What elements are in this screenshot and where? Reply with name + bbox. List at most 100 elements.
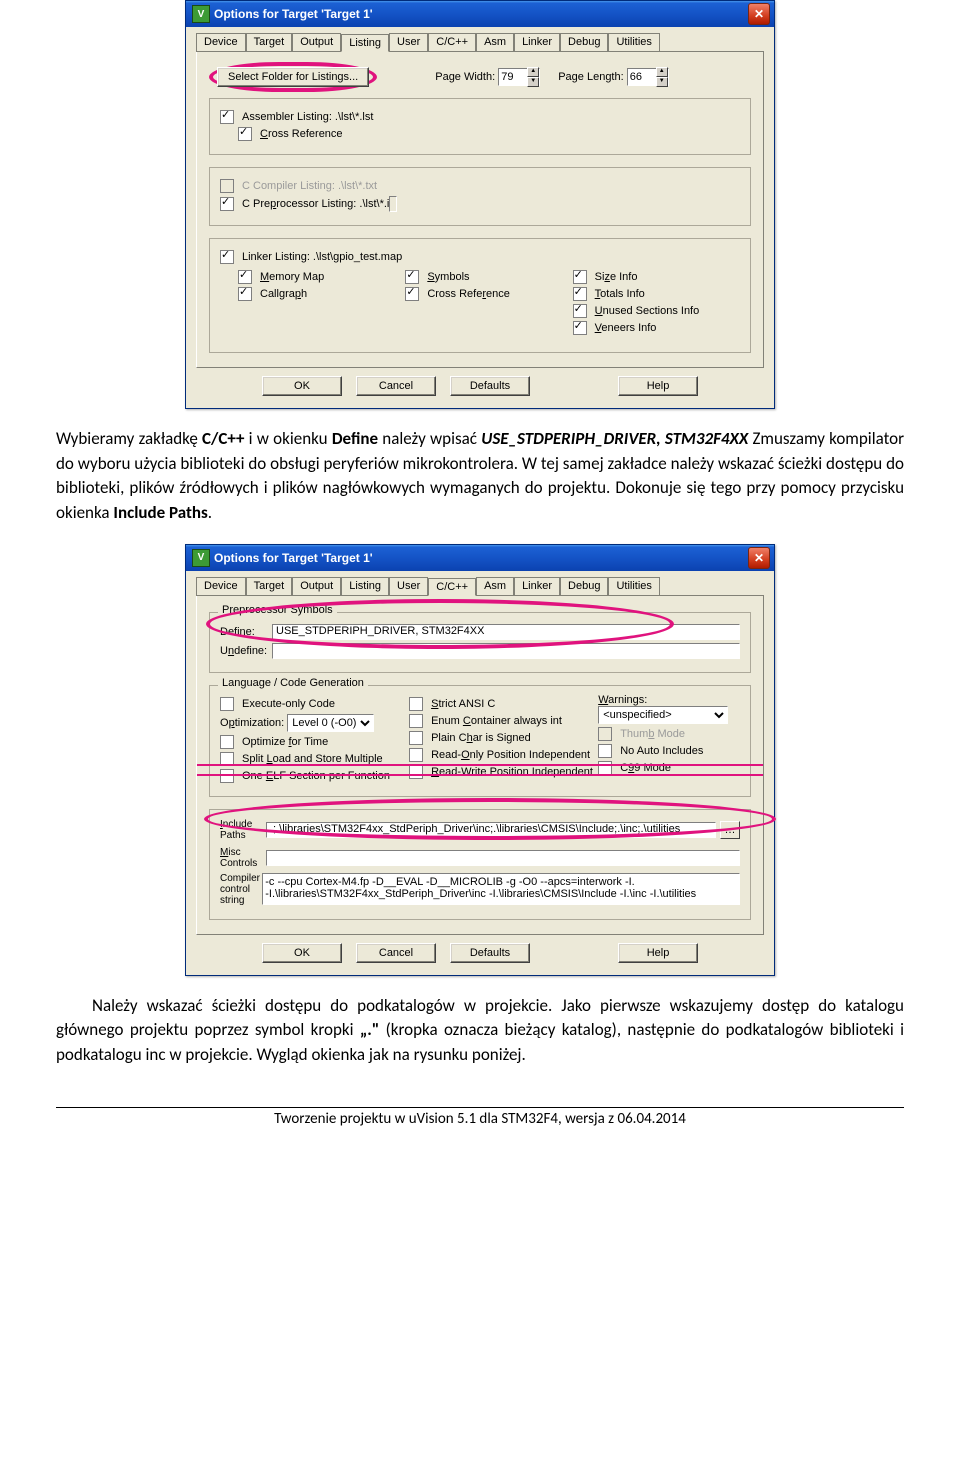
group-lang-title: Language / Code Generation — [218, 677, 368, 689]
checkbox-veneers-info[interactable] — [573, 321, 587, 335]
defaults-button[interactable]: Defaults — [450, 376, 530, 396]
page-width-spinner[interactable]: ▲▼ — [498, 68, 540, 86]
checkbox-memory-map[interactable] — [238, 270, 252, 284]
tab-utilities[interactable]: Utilities — [608, 33, 659, 51]
define-input[interactable]: USE_STDPERIPH_DRIVER, STM32F4XX — [272, 624, 740, 640]
cb-opt-time[interactable] — [220, 735, 234, 749]
misc-controls-label: MiscControls — [220, 847, 266, 869]
tab-device[interactable]: Device — [196, 33, 246, 51]
listing-panel: Select Folder for Listings... Page Width… — [196, 52, 764, 368]
highlight-select-folder: Select Folder for Listings... — [209, 62, 377, 92]
checkbox-cross-ref2[interactable] — [405, 287, 419, 301]
cb-plain-char[interactable] — [409, 731, 423, 745]
page-length-label: Page Length: — [558, 71, 623, 83]
tab2-debug[interactable]: Debug — [560, 577, 608, 595]
tab-ccpp[interactable]: C/C++ — [428, 33, 476, 51]
cb-c99[interactable] — [598, 761, 612, 775]
compiler-string-output — [262, 873, 740, 905]
checkbox-callgraph[interactable] — [238, 287, 252, 301]
page-width-input[interactable] — [499, 70, 527, 84]
tab-listing[interactable]: Listing — [341, 34, 389, 52]
titlebar-2[interactable]: V Options for Target 'Target 1' ✕ — [186, 545, 774, 571]
footer-text: Tworzenie projektu w uVision 5.1 dla STM… — [274, 1110, 686, 1128]
cb-ro-pos[interactable] — [409, 748, 423, 762]
checkbox-unused-sections[interactable] — [573, 304, 587, 318]
checkbox-cross-ref1[interactable] — [238, 127, 252, 141]
page-width-label: Page Width: — [435, 71, 495, 83]
tab-target[interactable]: Target — [246, 33, 293, 51]
include-paths-browse-button[interactable]: … — [720, 821, 740, 839]
window-title: Options for Target 'Target 1' — [214, 7, 373, 21]
tab-output[interactable]: Output — [292, 33, 341, 51]
tab2-asm[interactable]: Asm — [476, 577, 514, 595]
page-length-input[interactable] — [628, 70, 656, 84]
checkbox-linker-listing[interactable] — [220, 250, 234, 264]
tab-linker[interactable]: Linker — [514, 33, 560, 51]
cb-no-auto[interactable] — [598, 744, 612, 758]
tab2-device[interactable]: Device — [196, 577, 246, 595]
select-folder-button[interactable]: Select Folder for Listings... — [217, 67, 369, 87]
exec-only-label: Execute-only Code — [242, 698, 335, 710]
close-icon-2[interactable]: ✕ — [748, 547, 770, 569]
rw-pos-label: Read-Write Position Independent — [431, 766, 593, 778]
window-title-2: Options for Target 'Target 1' — [214, 551, 373, 565]
cb-split-load[interactable] — [220, 752, 234, 766]
group-preproc: Preprocessor Symbols Define: USE_STDPERI… — [209, 612, 751, 673]
checkbox-totals-info[interactable] — [573, 287, 587, 301]
help-button[interactable]: Help — [618, 376, 698, 396]
undefine-label: Undefine: — [220, 645, 272, 657]
checkbox-size-info[interactable] — [573, 270, 587, 284]
undefine-input[interactable] — [272, 643, 740, 659]
cancel-button[interactable]: Cancel — [356, 376, 436, 396]
tab-user[interactable]: User — [389, 33, 428, 51]
ok-button-2[interactable]: OK — [262, 943, 342, 963]
checkbox-symbols[interactable] — [405, 270, 419, 284]
dialog-ccpp: V Options for Target 'Target 1' ✕ Device… — [185, 544, 775, 976]
cb-exec-only[interactable] — [220, 697, 234, 711]
cb-thumb — [598, 727, 612, 741]
cb-enum[interactable] — [409, 714, 423, 728]
asm-listing-label: Assembler Listing: .\lst\*.lst — [242, 111, 373, 123]
opt-time-label: Optimize for Time — [242, 736, 328, 748]
dialog1-button-row: OK Cancel Defaults Help — [196, 368, 764, 398]
cb-one-elf[interactable] — [220, 769, 234, 783]
tab-debug[interactable]: Debug — [560, 33, 608, 51]
tab2-target[interactable]: Target — [246, 577, 293, 595]
unused-sections-label: Unused Sections Info — [595, 305, 700, 317]
c-listing-label: C Compiler Listing: .\lst\*.txt — [242, 180, 377, 192]
group-preproc-title: Preprocessor Symbols — [218, 604, 337, 616]
one-elf-label: One ELF Section per Function — [242, 770, 390, 782]
cpre-path-edit — [389, 196, 397, 212]
checkbox-asm-listing[interactable] — [220, 110, 234, 124]
tab-bar: Device Target Output Listing User C/C++ … — [196, 33, 764, 52]
cross-ref1-label: Cross Reference — [260, 128, 343, 140]
ro-pos-label: Read-Only Position Independent — [431, 749, 590, 761]
cb-rw-pos[interactable] — [409, 765, 423, 779]
dialog-listing: V Options for Target 'Target 1' ✕ Device… — [185, 0, 775, 409]
cross-ref2-label: Cross Reference — [427, 288, 510, 300]
titlebar[interactable]: V Options for Target 'Target 1' ✕ — [186, 1, 774, 27]
ok-button[interactable]: OK — [262, 376, 342, 396]
tab2-output[interactable]: Output — [292, 577, 341, 595]
warnings-combo[interactable]: <unspecified> — [598, 706, 728, 724]
tab2-user[interactable]: User — [389, 577, 428, 595]
tab-asm[interactable]: Asm — [476, 33, 514, 51]
opt-combo[interactable]: Level 0 (-O0) — [287, 714, 374, 732]
include-paths-input[interactable]: .;.\libraries\STM32F4xx_StdPeriph_Driver… — [266, 822, 716, 838]
defaults-button-2[interactable]: Defaults — [450, 943, 530, 963]
tab2-ccpp[interactable]: C/C++ — [428, 578, 476, 596]
tab2-utilities[interactable]: Utilities — [608, 577, 659, 595]
tab2-linker[interactable]: Linker — [514, 577, 560, 595]
checkbox-cpre-listing[interactable] — [220, 197, 234, 211]
c99-label: C99 Mode — [620, 762, 671, 774]
page-length-spinner[interactable]: ▲▼ — [627, 68, 669, 86]
tab2-listing[interactable]: Listing — [341, 577, 389, 595]
misc-controls-input[interactable] — [266, 850, 740, 866]
cancel-button-2[interactable]: Cancel — [356, 943, 436, 963]
help-button-2[interactable]: Help — [618, 943, 698, 963]
cb-strict-ansi[interactable] — [409, 697, 423, 711]
group-c: C Compiler Listing: .\lst\*.txt C Prepro… — [209, 167, 751, 226]
symbols-label: Symbols — [427, 271, 469, 283]
group-asm: Assembler Listing: .\lst\*.lst Cross Ref… — [209, 98, 751, 155]
close-icon[interactable]: ✕ — [748, 3, 770, 25]
